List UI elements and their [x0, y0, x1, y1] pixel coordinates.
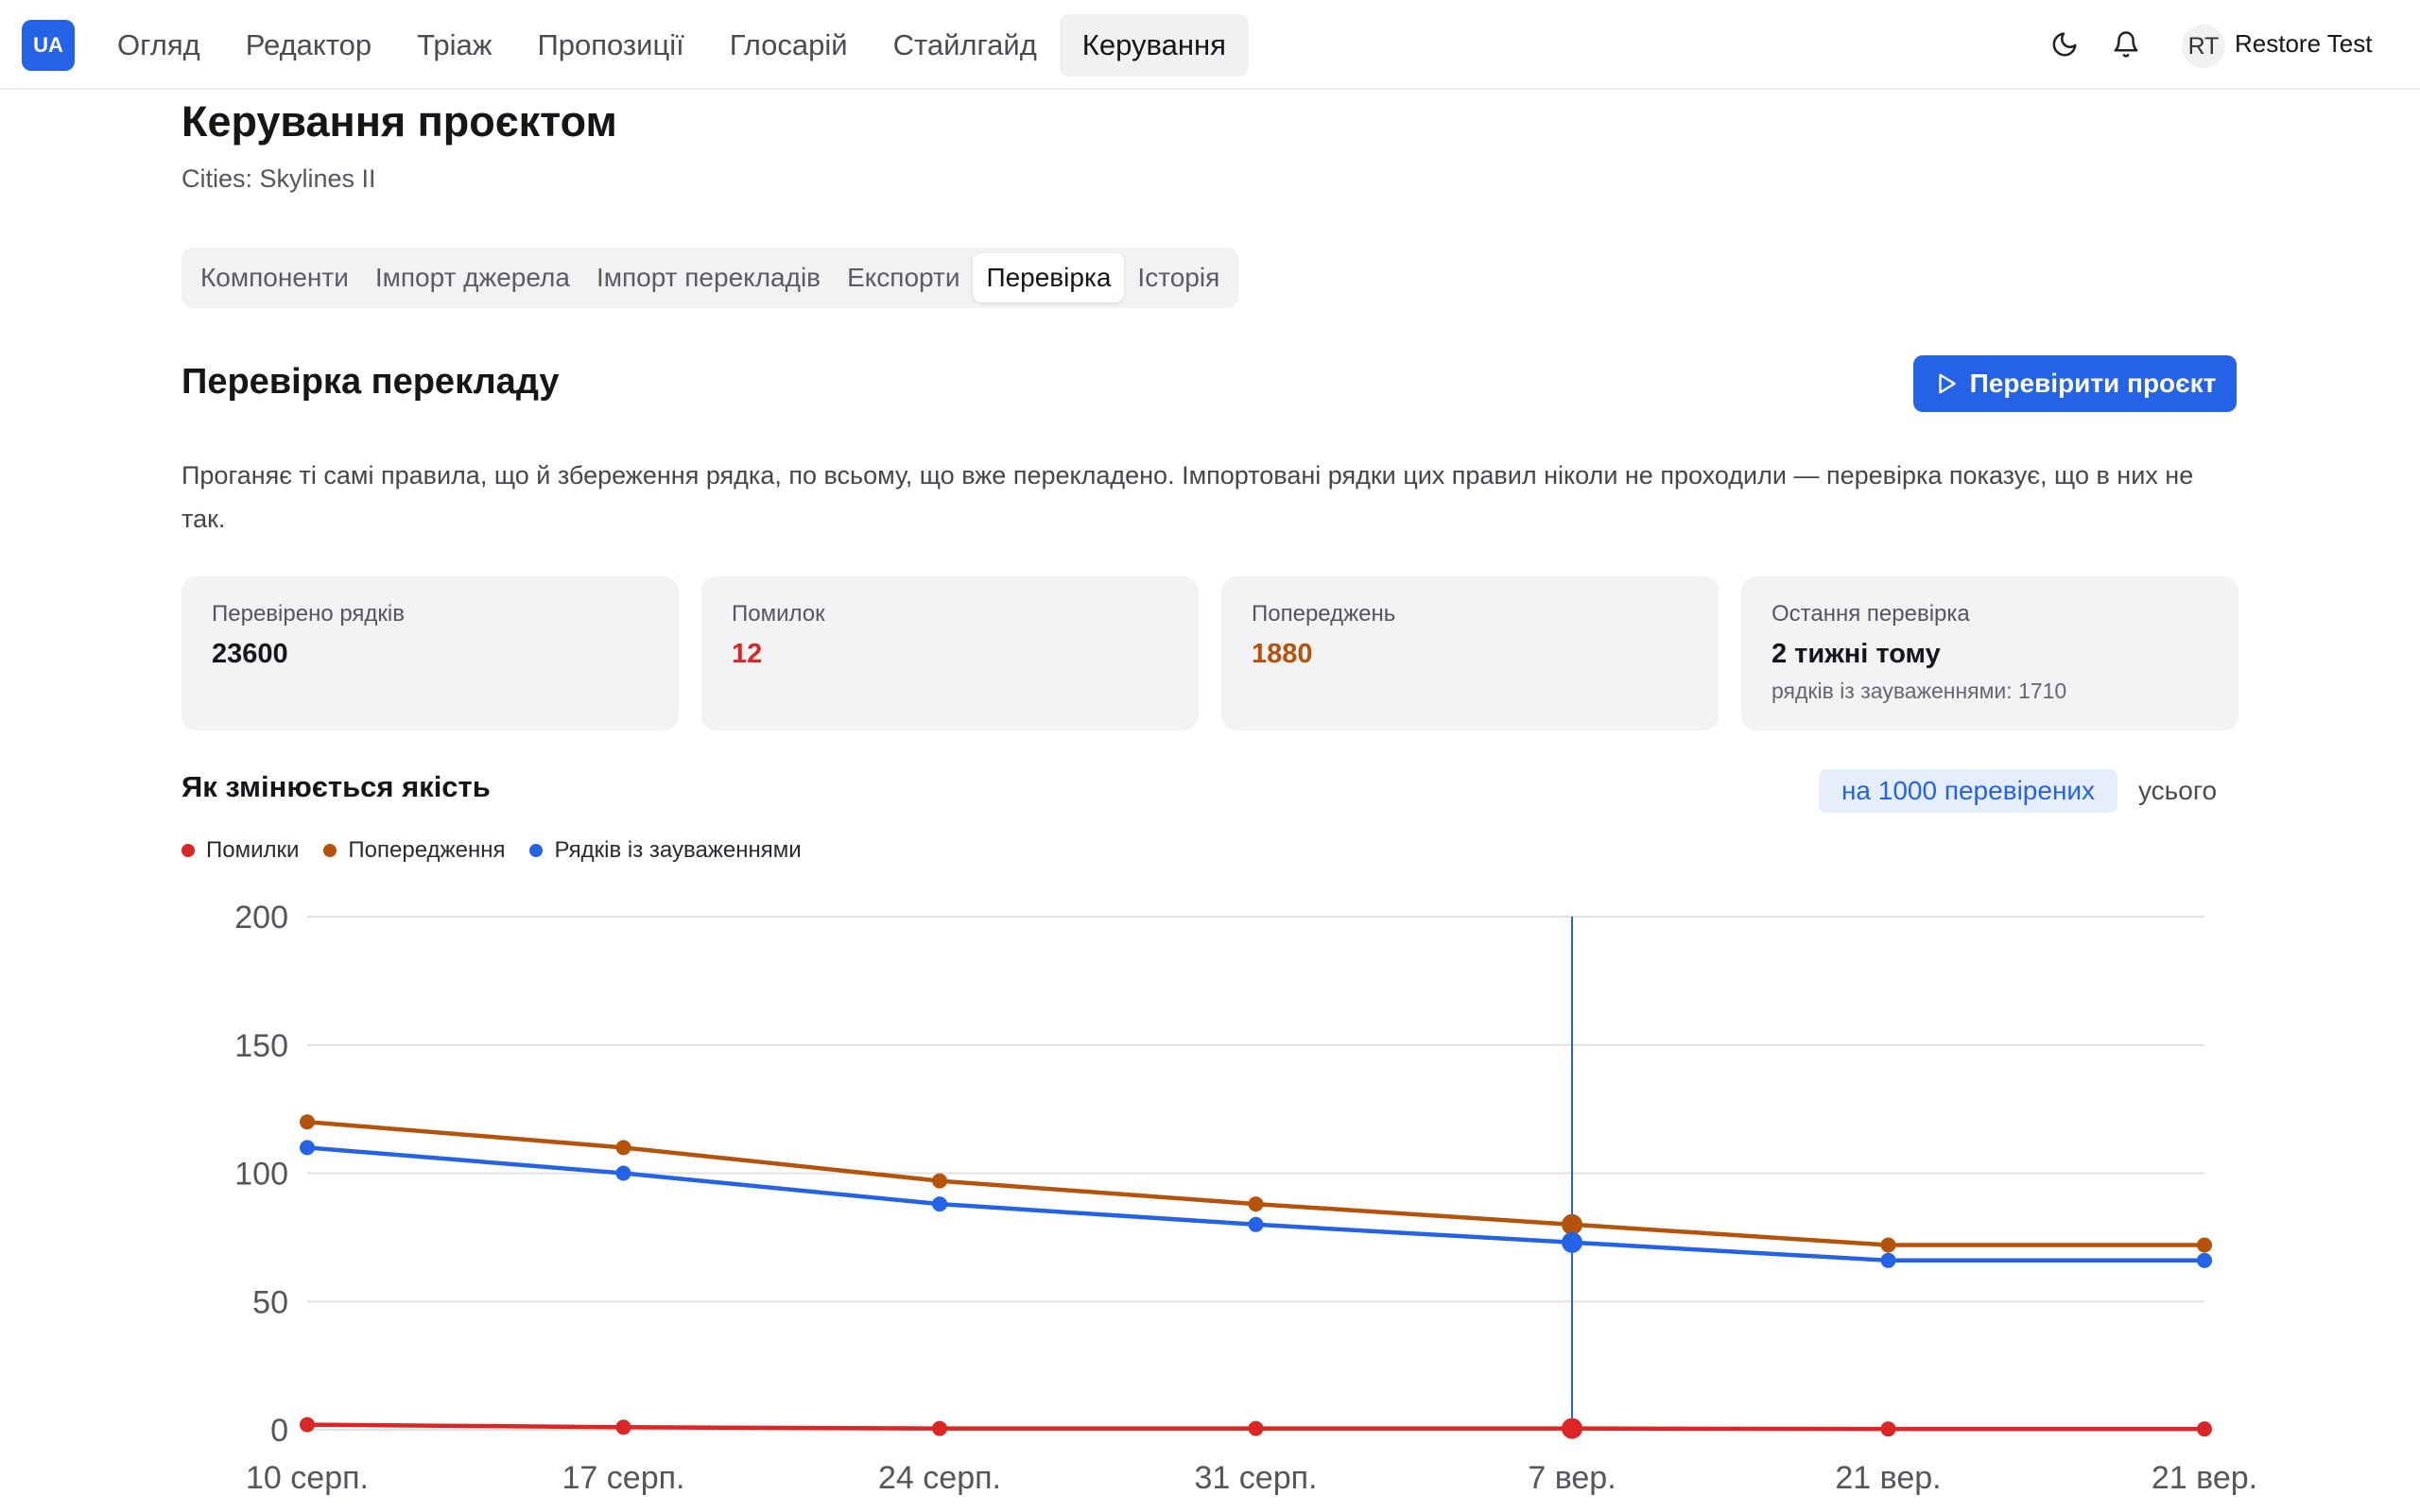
x-tick-label: 21 вер.: [1835, 1460, 1941, 1496]
nav-item-editor[interactable]: Редактор: [223, 14, 394, 77]
data-point: [2197, 1421, 2212, 1437]
data-point: [1248, 1196, 1264, 1212]
y-tick-label: 150: [234, 1028, 288, 1064]
stat-card-warnings: Попереджень 1880: [1221, 576, 1719, 730]
section-title: Перевірка перекладу: [182, 362, 560, 402]
stat-value: 23600: [212, 639, 288, 669]
tab-import-source[interactable]: Імпорт джерела: [362, 253, 583, 302]
theme-toggle-button[interactable]: [2045, 25, 2084, 64]
tab-history[interactable]: Історія: [1124, 253, 1233, 302]
stat-value: 2 тижні тому: [1772, 639, 1941, 669]
moon-icon: [2052, 32, 2077, 57]
data-point: [1880, 1237, 1896, 1253]
notifications-button[interactable]: [2106, 25, 2146, 64]
y-tick-label: 100: [234, 1157, 288, 1193]
app-logo[interactable]: UA: [22, 20, 75, 71]
top-bar: UA Огляд Редактор Тріаж Пропозиції Глоса…: [0, 0, 2420, 90]
x-tick-label: 10 серп.: [246, 1460, 369, 1496]
data-point: [932, 1420, 947, 1436]
x-tick-label: 31 серп.: [1195, 1460, 1318, 1496]
data-point: [300, 1140, 315, 1156]
nav-item-styleguide[interactable]: Стайлгайд: [871, 14, 1060, 77]
nav-item-management[interactable]: Керування: [1059, 14, 1249, 77]
tab-components[interactable]: Компоненти: [187, 253, 362, 302]
y-tick-label: 200: [234, 900, 288, 936]
nav-item-suggestions[interactable]: Пропозиції: [514, 14, 706, 77]
chart-legend: Помилки Попередження Рядків із зауваженн…: [182, 837, 802, 864]
chart-title: Як змінюється якість: [182, 770, 491, 803]
stat-card-checked: Перевірено рядків 23600: [182, 576, 679, 730]
stat-value: 1880: [1252, 639, 1313, 669]
data-point: [932, 1196, 947, 1212]
play-icon: [1938, 373, 1956, 394]
nav-item-overview[interactable]: Огляд: [95, 14, 223, 77]
tab-exports[interactable]: Експорти: [834, 253, 973, 302]
project-name: Cities: Skylines II: [182, 164, 376, 193]
quality-trend-chart[interactable]: 0 50 100 150 200 10 серп. 17 серп. 24 серп. 31 с…: [0, 888, 2420, 1512]
stat-label: Остання перевірка: [1772, 601, 1970, 627]
data-point: [2197, 1252, 2212, 1268]
data-point: [1562, 1213, 1582, 1235]
nav-item-glossary[interactable]: Глосарій: [707, 14, 871, 77]
stat-value: 12: [732, 639, 763, 669]
user-name[interactable]: Restore Test: [2235, 29, 2372, 59]
x-tick-label: 17 серп.: [562, 1460, 685, 1496]
stat-note: рядків із зауваженнями: 1710: [1772, 679, 2067, 703]
data-point: [1248, 1420, 1264, 1436]
y-tick-label: 50: [252, 1284, 288, 1320]
stat-label: Попереджень: [1252, 601, 1396, 627]
main-nav: Огляд Редактор Тріаж Пропозиції Глосарій…: [95, 13, 1249, 77]
page-title: Керування проєктом: [182, 97, 617, 146]
avatar[interactable]: RT: [2182, 25, 2225, 68]
data-point: [2197, 1237, 2212, 1253]
legend-dot: [323, 844, 337, 857]
legend-label: Помилки: [206, 837, 300, 863]
stat-label: Перевірено рядків: [212, 601, 405, 627]
x-tick-label: 7 вер.: [1528, 1460, 1616, 1496]
legend-item-warnings[interactable]: Попередження: [323, 837, 505, 864]
data-point: [615, 1165, 631, 1181]
data-point: [615, 1419, 631, 1435]
section-description: Проганяє ті самі правила, що й збереженн…: [182, 461, 2194, 533]
data-point: [1248, 1216, 1264, 1232]
data-point: [1880, 1421, 1896, 1437]
stat-label: Помилок: [732, 601, 825, 627]
legend-item-flagged-rows[interactable]: Рядків із зауваженнями: [529, 837, 802, 864]
legend-dot: [182, 844, 195, 857]
management-tabs: Компоненти Імпорт джерела Імпорт перекла…: [182, 248, 1239, 308]
run-validation-button[interactable]: Перевірити проєкт: [1913, 355, 2237, 412]
stat-card-errors: Помилок 12: [701, 576, 1199, 730]
data-point: [615, 1140, 631, 1156]
toggle-total[interactable]: усього: [2138, 769, 2217, 813]
data-point: [1880, 1252, 1896, 1268]
data-point: [1562, 1418, 1582, 1439]
stat-card-last-check: Остання перевірка 2 тижні тому рядків із…: [1741, 576, 2238, 730]
data-point: [932, 1173, 947, 1189]
legend-label: Попередження: [348, 837, 506, 863]
legend-dot: [529, 844, 544, 857]
nav-item-triage[interactable]: Тріаж: [394, 14, 514, 77]
toggle-per-1000[interactable]: на 1000 перевірених: [1819, 769, 2118, 813]
data-point: [300, 1417, 315, 1433]
legend-label: Рядків із зауваженнями: [554, 837, 802, 863]
tab-validation[interactable]: Перевірка: [973, 253, 1125, 302]
tab-import-translations[interactable]: Імпорт перекладів: [583, 253, 834, 302]
legend-item-errors[interactable]: Помилки: [182, 837, 299, 864]
bell-icon: [2114, 31, 2138, 58]
x-tick-label: 24 серп.: [878, 1460, 1001, 1496]
data-point: [300, 1114, 315, 1130]
data-point: [1562, 1231, 1582, 1253]
run-validation-label: Перевірити проєкт: [1969, 369, 2217, 398]
x-tick-label: 21 вер.: [2152, 1460, 2257, 1496]
y-tick-label: 0: [270, 1413, 288, 1449]
